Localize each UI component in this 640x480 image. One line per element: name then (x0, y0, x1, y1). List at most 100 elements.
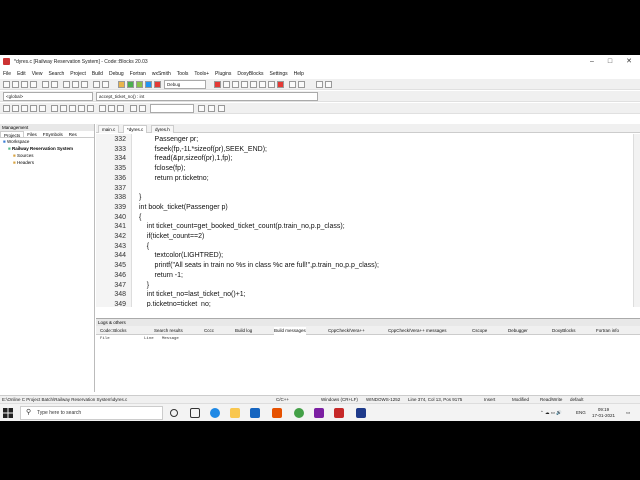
menu-settings[interactable]: Settings (267, 71, 291, 77)
minimize-icon[interactable]: – (583, 55, 601, 68)
tree-sources[interactable]: ■ Sources (0, 152, 94, 159)
indent-icon[interactable] (87, 105, 94, 112)
menu-file[interactable]: File (0, 71, 14, 77)
app-icon[interactable] (314, 408, 324, 418)
notifications-icon[interactable]: ▭ (626, 404, 630, 421)
function-select[interactable]: accept_ticket_no() : int (96, 92, 318, 101)
tab-codeblocks-log[interactable]: Code::Blocks (100, 327, 127, 335)
build-and-run-icon[interactable] (136, 81, 143, 88)
tab-projects[interactable]: Projects (0, 131, 25, 138)
build-icon[interactable] (118, 81, 125, 88)
menu-doxyblocks[interactable]: DoxyBlocks (234, 71, 266, 77)
code-editor[interactable]: 332 333 334 335 336 337 338 339 340 341 342 343 344 3… (96, 134, 640, 307)
tree-headers[interactable]: ■ Headers (0, 159, 94, 166)
menu-tools-plus[interactable]: Tools+ (191, 71, 212, 77)
uncomment-icon[interactable] (60, 105, 67, 112)
dialog-icon[interactable] (325, 81, 332, 88)
spell-check-icon[interactable] (130, 105, 137, 112)
tab-cppcheck-vera-messages[interactable]: CppCheck/Vera++ messages (388, 327, 447, 335)
stop-debugger-icon[interactable] (277, 81, 284, 88)
clock[interactable]: 09:19 17-01-2021 (592, 407, 615, 419)
menu-plugins[interactable]: Plugins (212, 71, 234, 77)
edge-icon[interactable] (210, 408, 220, 418)
tab-main-c[interactable]: main.c (98, 125, 120, 133)
menu-view[interactable]: View (29, 71, 46, 77)
paste-icon[interactable] (81, 81, 88, 88)
tray-icons[interactable]: ⌃ ☁ ▭ 🔊 (540, 404, 562, 421)
tab-dyres-c[interactable]: *dyres.c (123, 125, 148, 133)
step-into-icon[interactable] (241, 81, 248, 88)
save-all-icon[interactable] (30, 81, 37, 88)
run-to-cursor-icon[interactable] (223, 81, 230, 88)
codeblocks-taskbar-icon[interactable] (334, 408, 344, 418)
match-brace-icon[interactable] (69, 105, 76, 112)
tab-resources[interactable]: Res (66, 131, 80, 137)
next-line-icon[interactable] (232, 81, 239, 88)
input-language[interactable]: ENG (576, 404, 586, 421)
menu-wxsmith[interactable]: wxSmith (149, 71, 174, 77)
next-instruction-icon[interactable] (259, 81, 266, 88)
run-icon[interactable] (127, 81, 134, 88)
file-explorer-icon[interactable] (230, 408, 240, 418)
comment-icon[interactable] (51, 105, 58, 112)
tree-project[interactable]: ■ Railway Reservation System (0, 145, 94, 152)
menu-search[interactable]: Search (45, 71, 67, 77)
menu-build[interactable]: Build (89, 71, 106, 77)
cut-icon[interactable] (63, 81, 70, 88)
tab-doxyblocks[interactable]: DoxyBlocks (552, 327, 576, 335)
task-view-icon[interactable] (190, 408, 200, 418)
menu-tools[interactable]: Tools (174, 71, 192, 77)
debug-icon[interactable] (214, 81, 221, 88)
spellcheck-language-select[interactable] (150, 104, 194, 113)
zoom-out-icon[interactable] (108, 105, 115, 112)
tab-fsymbols[interactable]: FSymbols (40, 131, 66, 137)
zoom-reset-icon[interactable] (117, 105, 124, 112)
scope-select[interactable]: <global> (3, 92, 93, 101)
bookmark-next-icon[interactable] (208, 105, 215, 112)
tab-cscope[interactable]: Cscope (472, 327, 487, 335)
tab-search-results[interactable]: Search results (154, 327, 183, 335)
cortana-icon[interactable] (170, 409, 178, 417)
menu-debug[interactable]: Debug (106, 71, 127, 77)
jump-back-icon[interactable] (3, 105, 10, 112)
mail-icon[interactable] (250, 408, 260, 418)
menu-edit[interactable]: Edit (14, 71, 29, 77)
bookmark-prev-icon[interactable] (198, 105, 205, 112)
tab-cppcheck-vera[interactable]: CppCheck/Vera++ (328, 327, 365, 335)
break-debugger-icon[interactable] (268, 81, 275, 88)
clear-bookmarks-icon[interactable] (218, 105, 225, 112)
menu-fortran[interactable]: Fortran (127, 71, 149, 77)
editor-scrollbar[interactable] (633, 134, 640, 307)
copy-icon[interactable] (72, 81, 79, 88)
tab-build-log[interactable]: Build log (235, 327, 252, 335)
debug-info-icon[interactable] (298, 81, 305, 88)
new-file-icon[interactable] (3, 81, 10, 88)
word-icon[interactable] (356, 408, 366, 418)
office-icon[interactable] (272, 408, 282, 418)
abort-icon[interactable] (154, 81, 161, 88)
debug-windows-icon[interactable] (289, 81, 296, 88)
select-icon[interactable] (78, 105, 85, 112)
tab-fortran-info[interactable]: Fortran info (596, 327, 619, 335)
tab-dyres-h[interactable]: dyres.h (151, 125, 174, 133)
taskbar-search-input[interactable]: ⚲ Type here to search (20, 406, 163, 420)
tab-debugger[interactable]: Debugger (508, 327, 528, 335)
rebuild-icon[interactable] (145, 81, 152, 88)
next-bookmark-icon[interactable] (39, 105, 46, 112)
tab-build-messages[interactable]: Build messages (274, 327, 306, 335)
close-icon[interactable]: ✕ (620, 55, 638, 68)
menu-help[interactable]: Help (291, 71, 307, 77)
menu-project[interactable]: Project (67, 71, 89, 77)
toggle-bookmark-icon[interactable] (21, 105, 28, 112)
jump-forward-icon[interactable] (12, 105, 19, 112)
tab-cccc[interactable]: Cccc (204, 327, 214, 335)
build-target-select[interactable]: Debug (164, 80, 206, 89)
step-out-icon[interactable] (250, 81, 257, 88)
undo-icon[interactable] (42, 81, 49, 88)
tab-files[interactable]: Files (24, 131, 40, 137)
thesaurus-icon[interactable] (139, 105, 146, 112)
windows-start-icon[interactable] (3, 408, 13, 418)
wxsmith-icon[interactable] (316, 81, 323, 88)
prev-bookmark-icon[interactable] (30, 105, 37, 112)
redo-icon[interactable] (51, 81, 58, 88)
